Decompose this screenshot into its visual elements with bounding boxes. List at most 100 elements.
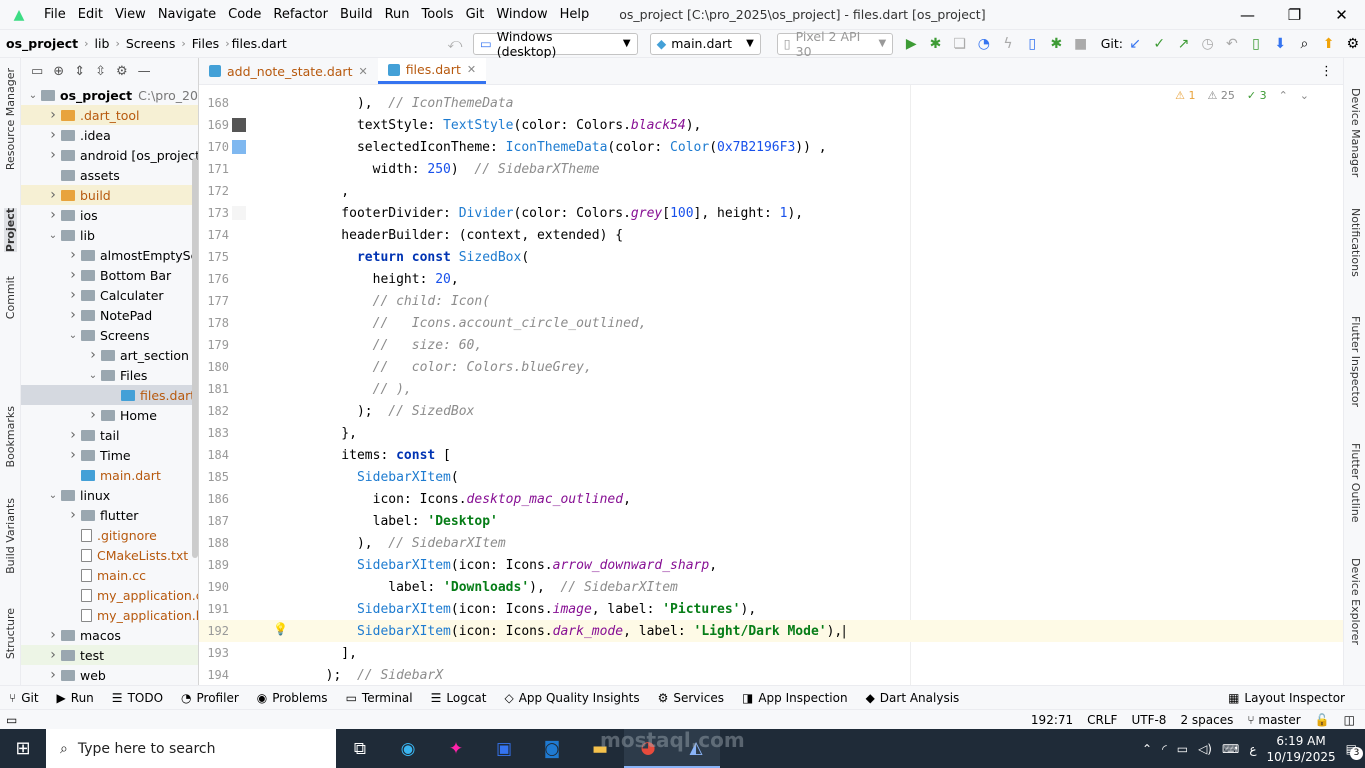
code-line[interactable]: 194 ); // SidebarX [199, 664, 1343, 686]
chevron-down-icon[interactable]: ⌄ [85, 370, 101, 381]
lock-icon[interactable]: 🔓 [1315, 713, 1330, 727]
gutter[interactable] [229, 664, 269, 686]
code-line[interactable]: 178 // Icons.account_circle_outlined, [199, 312, 1343, 334]
tree-item[interactable]: ⌄ Screens [21, 325, 198, 345]
code-line[interactable]: 172 , [199, 180, 1343, 202]
layout-inspector-button[interactable]: ▦ Layout Inspector [1219, 686, 1365, 710]
outlook-icon[interactable]: ◙ [528, 729, 576, 768]
tree-item[interactable]: › Calculater [21, 285, 198, 305]
tool-project[interactable]: Project [4, 208, 17, 253]
code-line[interactable]: 171 width: 250) // SidebarXTheme [199, 158, 1343, 180]
tree-item[interactable]: › tail [21, 425, 198, 445]
tool-logcat[interactable]: ☰ Logcat [422, 686, 496, 710]
menu-tools[interactable]: Tools [416, 0, 460, 30]
code-line[interactable]: 189 SidebarXItem(icon: Icons.arrow_downw… [199, 554, 1343, 576]
gutter[interactable] [229, 224, 269, 246]
notification-center-icon[interactable]: ▤3 [1346, 742, 1363, 760]
tree-item[interactable]: › Bottom Bar [21, 265, 198, 285]
git-update-icon[interactable]: ↙ [1123, 30, 1147, 58]
chevron-right-icon[interactable]: › [45, 187, 61, 203]
tree-item[interactable]: assets [21, 165, 198, 185]
rollback-icon[interactable]: ↶ [1220, 30, 1244, 58]
breadcrumb-item[interactable]: Screens [120, 30, 182, 58]
emulator-select[interactable]: ▯ Pixel 2 API 30 ▼ [776, 29, 894, 59]
tree-item[interactable]: › ios [21, 205, 198, 225]
gutter[interactable] [229, 510, 269, 532]
menu-code[interactable]: Code [222, 0, 267, 30]
tree-item[interactable]: › macos [21, 625, 198, 645]
tool-device-explorer[interactable]: Device Explorer [1349, 558, 1362, 645]
code-line[interactable]: 174 headerBuilder: (context, extended) { [199, 224, 1343, 246]
tree-item[interactable]: ⌄ os_project C:\pro_2025\o [21, 85, 198, 105]
code-line[interactable]: 193 ], [199, 642, 1343, 664]
tree-item[interactable]: my_application.cc [21, 585, 198, 605]
clock[interactable]: 6:19 AM 10/19/2025 [1266, 733, 1335, 765]
tree-item[interactable]: files.dart [21, 385, 198, 405]
gutter[interactable] [229, 444, 269, 466]
tool-todo[interactable]: ☰ TODO [103, 686, 172, 710]
tab-files-dart[interactable]: files.dart ✕ [377, 58, 487, 84]
sdk-manager-icon[interactable]: ⬇ [1268, 30, 1292, 58]
profile-icon[interactable]: ◔ [972, 30, 996, 58]
tool-app-inspection[interactable]: ◨ App Inspection [733, 686, 857, 710]
chevron-right-icon[interactable]: › [85, 407, 101, 423]
chevron-down-icon[interactable]: ⌄ [45, 490, 61, 501]
tree-item[interactable]: › art_section [21, 345, 198, 365]
tree-item[interactable]: .gitignore [21, 525, 198, 545]
tree-item[interactable]: › NotePad [21, 305, 198, 325]
tree-item[interactable]: › almostEmptyScree [21, 245, 198, 265]
menu-file[interactable]: File [38, 0, 72, 30]
windows-start-icon[interactable]: ⊞ [0, 729, 46, 768]
restore-icon[interactable]: ❐ [1271, 0, 1318, 30]
gutter[interactable] [229, 576, 269, 598]
lightbulb-icon[interactable]: 💡 [273, 622, 288, 636]
project-scrollbar[interactable] [192, 158, 198, 558]
tree-item[interactable]: main.dart [21, 465, 198, 485]
indent-setting[interactable]: 2 spaces [1180, 713, 1233, 727]
vcs-arrow-icon[interactable]: ⤺ [443, 30, 467, 58]
tool-terminal[interactable]: ▭ Terminal [337, 686, 422, 710]
run-icon[interactable]: ▶ [899, 30, 923, 58]
stop-icon[interactable]: ■ [1069, 30, 1093, 58]
tool-device-manager[interactable]: Device Manager [1349, 88, 1362, 177]
code-line[interactable]: 184 items: const [ [199, 444, 1343, 466]
breadcrumb-item[interactable]: lib [89, 30, 116, 58]
menu-run[interactable]: Run [379, 0, 416, 30]
chevron-right-icon[interactable]: › [45, 667, 61, 683]
tree-item[interactable]: main.cc [21, 565, 198, 585]
tree-item[interactable]: › flutter [21, 505, 198, 525]
chevron-right-icon[interactable]: › [65, 507, 81, 523]
chevron-right-icon[interactable]: › [45, 627, 61, 643]
code-line[interactable]: 183 }, [199, 422, 1343, 444]
close-tab-icon[interactable]: ✕ [358, 65, 367, 78]
tool-git[interactable]: ⑂ Git [0, 686, 48, 710]
gutter[interactable] [229, 642, 269, 664]
device-mirror-icon[interactable]: ▯ [1020, 30, 1044, 58]
locate-icon[interactable]: ⊕ [53, 64, 64, 79]
chevron-right-icon[interactable]: › [65, 307, 81, 323]
update-icon[interactable]: ⬆ [1316, 30, 1340, 58]
code-line[interactable]: 186 icon: Icons.desktop_mac_outlined, [199, 488, 1343, 510]
settings-icon[interactable]: ⚙ [1341, 30, 1365, 58]
gutter[interactable] [229, 378, 269, 400]
tree-item[interactable]: › test [21, 645, 198, 665]
git-push-icon[interactable]: ↗ [1171, 30, 1195, 58]
chevron-right-icon[interactable]: › [45, 207, 61, 223]
code-line[interactable]: 176 height: 20, [199, 268, 1343, 290]
tree-item[interactable]: ⌄ lib [21, 225, 198, 245]
keyboard-icon[interactable]: ⌨ [1222, 742, 1239, 756]
tool-app-quality-insights[interactable]: ◇ App Quality Insights [495, 686, 648, 710]
tree-item[interactable]: › Time [21, 445, 198, 465]
chevron-right-icon[interactable]: › [65, 247, 81, 263]
chevron-right-icon[interactable]: › [45, 147, 61, 163]
code-line[interactable]: 177 // child: Icon( [199, 290, 1343, 312]
run-config-select[interactable]: ◆ main.dart ▼ [649, 32, 761, 55]
code-line[interactable]: 180 // color: Colors.blueGrey, [199, 356, 1343, 378]
tree-item[interactable]: ⌄ linux [21, 485, 198, 505]
color-swatch-icon[interactable] [232, 140, 246, 154]
gutter[interactable] [229, 158, 269, 180]
task-view-icon[interactable]: ⧉ [336, 729, 384, 768]
code-line[interactable]: 190 label: 'Downloads'), // SidebarXItem [199, 576, 1343, 598]
tree-item[interactable]: › web [21, 665, 198, 685]
gutter[interactable] [229, 136, 269, 158]
